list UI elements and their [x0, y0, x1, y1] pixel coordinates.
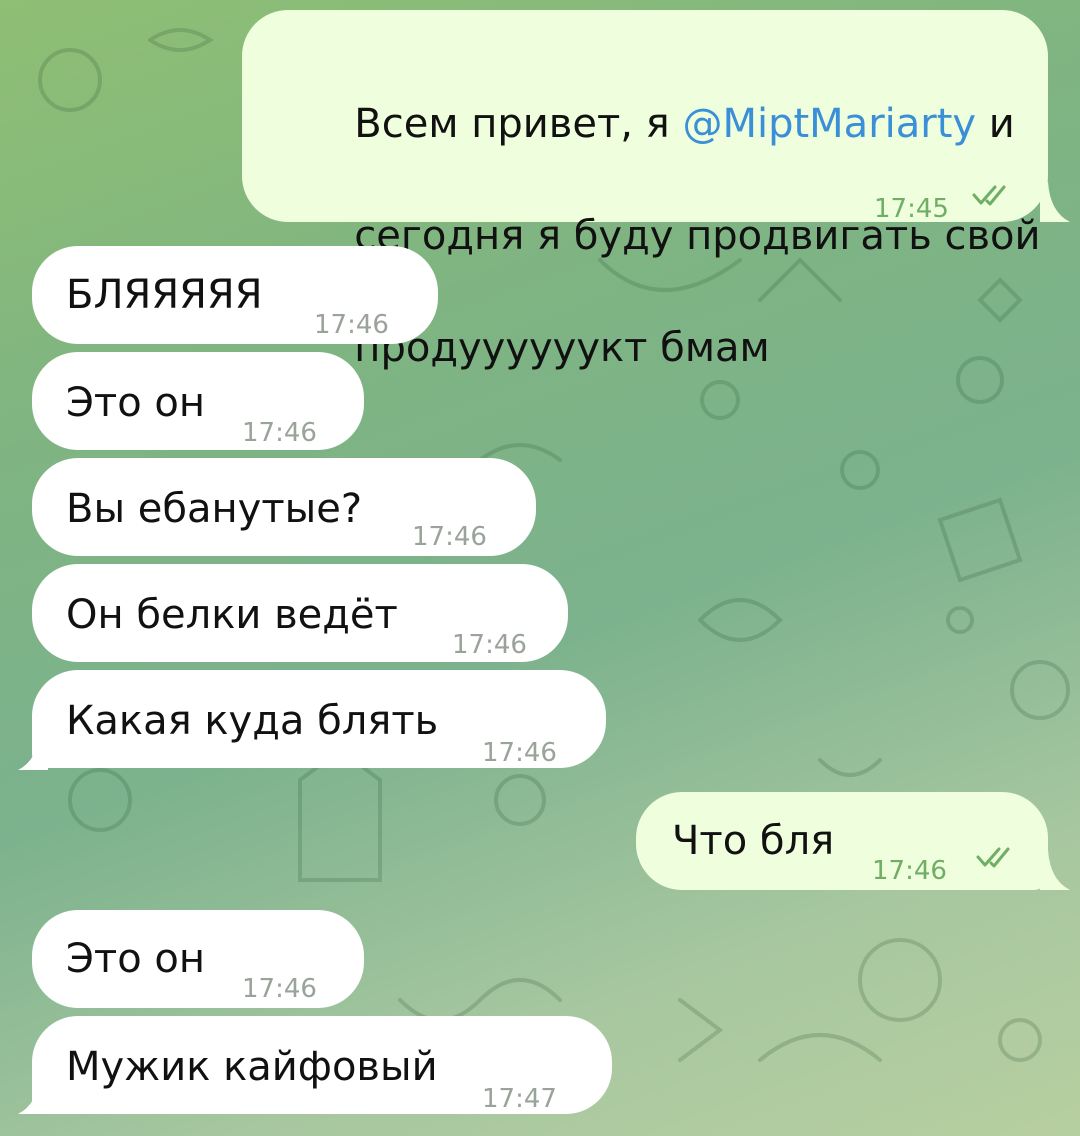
- message-bubble-outgoing[interactable]: Всем привет, я @MiptMariarty и сегодня я…: [242, 10, 1048, 371]
- bubble-tail: [1040, 182, 1070, 222]
- message-text: Это он: [66, 380, 206, 426]
- message-time: 17:46: [314, 310, 389, 340]
- message-text-part: и: [976, 101, 1015, 147]
- message-time: 17:46: [452, 630, 527, 660]
- message-text: Мужик кайфовый: [66, 1044, 438, 1090]
- double-check-icon: [972, 185, 1006, 206]
- message-bubble-incoming[interactable]: Какая куда блять 17:46: [32, 670, 606, 768]
- message-time: 17:46: [242, 418, 317, 448]
- message-time: 17:47: [482, 1084, 557, 1114]
- message-bubble-incoming[interactable]: БЛЯЯЯЯЯ 17:46: [32, 246, 438, 344]
- message-text: Какая куда блять: [66, 698, 439, 744]
- message-bubble-incoming[interactable]: Вы ебанутые? 17:46: [32, 458, 536, 556]
- message-time: 17:45: [874, 194, 949, 224]
- user-mention-link[interactable]: @MiptMariarty: [682, 101, 976, 147]
- message-text: Это он: [66, 936, 206, 982]
- message-time: 17:46: [872, 856, 947, 886]
- chat-area[interactable]: Всем привет, я @MiptMariarty и сегодня я…: [0, 0, 1080, 1136]
- message-bubble-incoming[interactable]: Это он 17:46: [32, 910, 364, 1008]
- message-bubble-incoming[interactable]: Это он 17:46: [32, 352, 364, 450]
- message-text: Что бля: [672, 818, 835, 864]
- message-text: БЛЯЯЯЯЯ: [66, 272, 263, 318]
- message-bubble-incoming[interactable]: Он белки ведёт 17:46: [32, 564, 568, 662]
- message-text: Вы ебанутые?: [66, 486, 363, 532]
- message-text-part: Всем привет, я: [354, 101, 683, 147]
- double-check-icon: [976, 847, 1010, 868]
- message-time: 17:46: [242, 974, 317, 1004]
- message-text: Он белки ведёт: [66, 592, 398, 638]
- message-bubble-outgoing[interactable]: Что бля 17:46: [636, 792, 1048, 890]
- bubble-tail: [18, 730, 48, 770]
- bubble-tail: [18, 1074, 48, 1114]
- bubble-tail: [1040, 850, 1070, 890]
- message-time: 17:46: [482, 738, 557, 768]
- message-time: 17:46: [412, 522, 487, 552]
- message-bubble-incoming[interactable]: Мужик кайфовый 17:47: [32, 1016, 612, 1114]
